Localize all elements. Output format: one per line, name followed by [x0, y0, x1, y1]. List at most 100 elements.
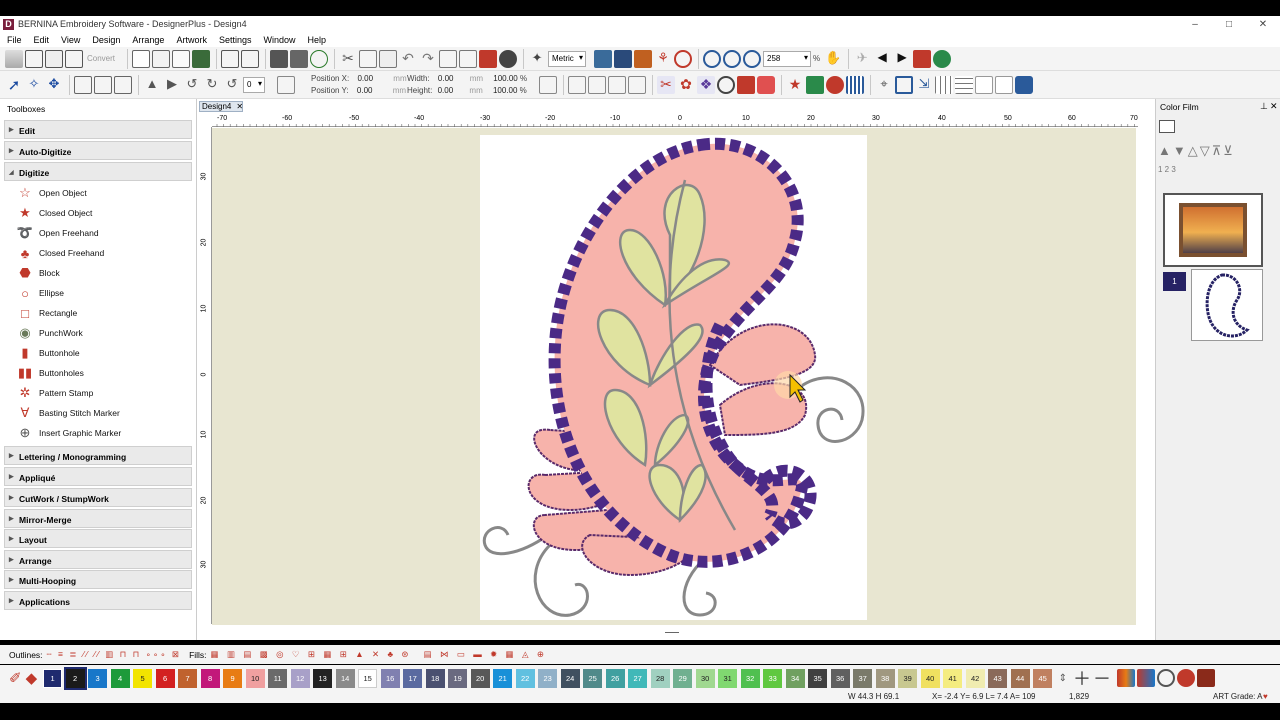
- cut-icon[interactable]: ✂: [339, 50, 357, 68]
- artistic-view-icon[interactable]: ❖: [697, 75, 715, 94]
- polygon-select-icon[interactable]: ✧: [25, 76, 43, 94]
- maximize-button[interactable]: □: [1212, 19, 1246, 30]
- fill-types-icon[interactable]: ▦ ▥ ▤ ▩ ◎ ♡ ⊞ ▦ ⊞ ▲ ✕ ♣ ⊛: [211, 649, 412, 660]
- slow-redraw-icon[interactable]: [913, 49, 932, 68]
- section-multi-hooping[interactable]: Multi-Hooping: [4, 570, 192, 589]
- rotate-free-icon[interactable]: ↺: [223, 76, 241, 94]
- color-swatch-19[interactable]: 19: [448, 668, 468, 688]
- zoom-fit-icon[interactable]: [743, 49, 762, 68]
- open-icon[interactable]: [152, 49, 171, 68]
- scale-icon[interactable]: [74, 75, 92, 94]
- pan-hand-icon[interactable]: ✋: [824, 50, 842, 68]
- width-percent-field[interactable]: 100.00: [493, 74, 517, 83]
- thread-spool-icon[interactable]: [1197, 669, 1216, 687]
- clone-icon[interactable]: [459, 49, 478, 68]
- color-swatch-30[interactable]: 30: [695, 668, 715, 688]
- height-percent-field[interactable]: 100.00: [493, 86, 517, 95]
- show-hoop-icon[interactable]: [614, 49, 633, 68]
- color-swatch-42[interactable]: 42: [965, 668, 985, 688]
- color-swatch-40[interactable]: 40: [920, 668, 940, 688]
- blank-1-icon[interactable]: [975, 75, 993, 94]
- menu-file[interactable]: File: [7, 35, 22, 45]
- color-swatch-38[interactable]: 38: [875, 668, 895, 688]
- show-stitches-icon[interactable]: ✂: [657, 75, 675, 94]
- color-swatch-14[interactable]: 14: [335, 668, 355, 688]
- section-mirror-merge[interactable]: Mirror-Merge: [4, 509, 192, 528]
- color-swatch-32[interactable]: 32: [740, 668, 760, 688]
- show-bitmap-icon[interactable]: [594, 49, 613, 68]
- target-icon[interactable]: [674, 49, 693, 68]
- color-swatch-1[interactable]: 1: [43, 668, 63, 688]
- copy-icon[interactable]: [359, 49, 378, 68]
- tool-punchwork[interactable]: ◉ PunchWork: [16, 324, 82, 342]
- color-swatch-45[interactable]: 45: [1033, 668, 1053, 688]
- section-applique[interactable]: Appliqué: [4, 467, 192, 486]
- select-arrow-icon[interactable]: ➚: [5, 76, 23, 94]
- tool-block[interactable]: ⬣ Block: [16, 264, 59, 282]
- design-icon[interactable]: [25, 49, 43, 68]
- section-cutwork[interactable]: CutWork / StumpWork: [4, 488, 192, 507]
- home-icon[interactable]: [5, 49, 23, 68]
- blank-2-icon[interactable]: [995, 75, 1013, 94]
- next-icon[interactable]: ▶: [893, 50, 911, 68]
- film-view-icon[interactable]: [1159, 120, 1175, 133]
- zoom-out-icon[interactable]: [723, 49, 742, 68]
- open-multiple-icon[interactable]: [172, 49, 191, 68]
- minimize-button[interactable]: –: [1178, 19, 1212, 30]
- new-icon[interactable]: [132, 49, 151, 68]
- mirror-h-icon[interactable]: ▶: [163, 76, 181, 94]
- stitch-info-icon[interactable]: [1015, 75, 1033, 94]
- color-swatch-43[interactable]: 43: [988, 668, 1008, 688]
- tool-pattern-stamp[interactable]: ✲ Pattern Stamp: [16, 384, 94, 402]
- redo-icon[interactable]: ↷: [419, 50, 437, 68]
- color-swatch-35[interactable]: 35: [808, 668, 828, 688]
- section-edit[interactable]: Edit: [4, 120, 192, 139]
- rotate-45-left-icon[interactable]: ↺: [183, 76, 201, 94]
- color-swatch-28[interactable]: 28: [650, 668, 670, 688]
- color-swatch-6[interactable]: 6: [155, 668, 175, 688]
- color-swatch-18[interactable]: 18: [425, 668, 445, 688]
- color-swatch-36[interactable]: 36: [830, 668, 850, 688]
- effects-icons[interactable]: ▤ ⋈ ▭ ▬ ✹ ▦ ◬ ⊕: [424, 649, 547, 660]
- add-color-icon[interactable]: ＋: [1073, 665, 1091, 691]
- menu-settings[interactable]: Settings: [219, 35, 252, 45]
- color-swatch-7[interactable]: 7: [178, 668, 198, 688]
- transform-icon[interactable]: [94, 75, 112, 94]
- color-swatch-27[interactable]: 27: [628, 668, 648, 688]
- wireless-icon[interactable]: [310, 49, 329, 68]
- settings-gear-icon[interactable]: [499, 49, 518, 68]
- position-x-field[interactable]: 0.00: [357, 74, 373, 83]
- color-swatch-21[interactable]: 21: [493, 668, 513, 688]
- tool-rectangle[interactable]: □ Rectangle: [16, 304, 77, 322]
- color-sort-icon[interactable]: [1177, 669, 1196, 687]
- show-outlines-icon[interactable]: [717, 75, 735, 94]
- mirror-v-icon[interactable]: ▲: [143, 76, 161, 94]
- rotate-45-right-icon[interactable]: ↻: [203, 76, 221, 94]
- color-swatch-3[interactable]: 3: [88, 668, 108, 688]
- section-lettering[interactable]: Lettering / Monogramming: [4, 446, 192, 465]
- show-objects-icon[interactable]: ✿: [677, 76, 695, 94]
- color-swatch-41[interactable]: 41: [943, 668, 963, 688]
- rotation-field[interactable]: 0: [243, 76, 265, 93]
- tool-basting-stitch-marker[interactable]: ∀ Basting Stitch Marker: [16, 404, 120, 422]
- color-wheel-icon[interactable]: [479, 49, 498, 68]
- group-icon[interactable]: [568, 75, 586, 94]
- tool-ellipse[interactable]: ○ Ellipse: [16, 284, 64, 302]
- tools-icon[interactable]: ✦: [528, 50, 546, 68]
- show-hoop-outline-icon[interactable]: [826, 75, 844, 94]
- color-swatch-2[interactable]: 2: [63, 666, 87, 690]
- color-swatch-29[interactable]: 29: [673, 668, 693, 688]
- color-swatch-44[interactable]: 44: [1010, 668, 1030, 688]
- section-applications[interactable]: Applications: [4, 591, 192, 610]
- width-field[interactable]: 0.00: [438, 74, 454, 83]
- measure-icon[interactable]: ⌖: [875, 76, 893, 94]
- cycle-colors-icon[interactable]: [1157, 669, 1176, 687]
- thread-chart-icon[interactable]: [1117, 669, 1136, 687]
- sequence-arrows-icon[interactable]: ▲▼△▽⊼⊻: [1158, 143, 1235, 159]
- tab-close-icon[interactable]: ✕: [236, 102, 243, 111]
- grid-icon[interactable]: [935, 75, 953, 94]
- artwork-icon[interactable]: [45, 49, 63, 68]
- embroidery-icon[interactable]: [65, 49, 83, 68]
- section-arrange[interactable]: Arrange: [4, 550, 192, 569]
- travel-icon[interactable]: ✈: [853, 50, 871, 68]
